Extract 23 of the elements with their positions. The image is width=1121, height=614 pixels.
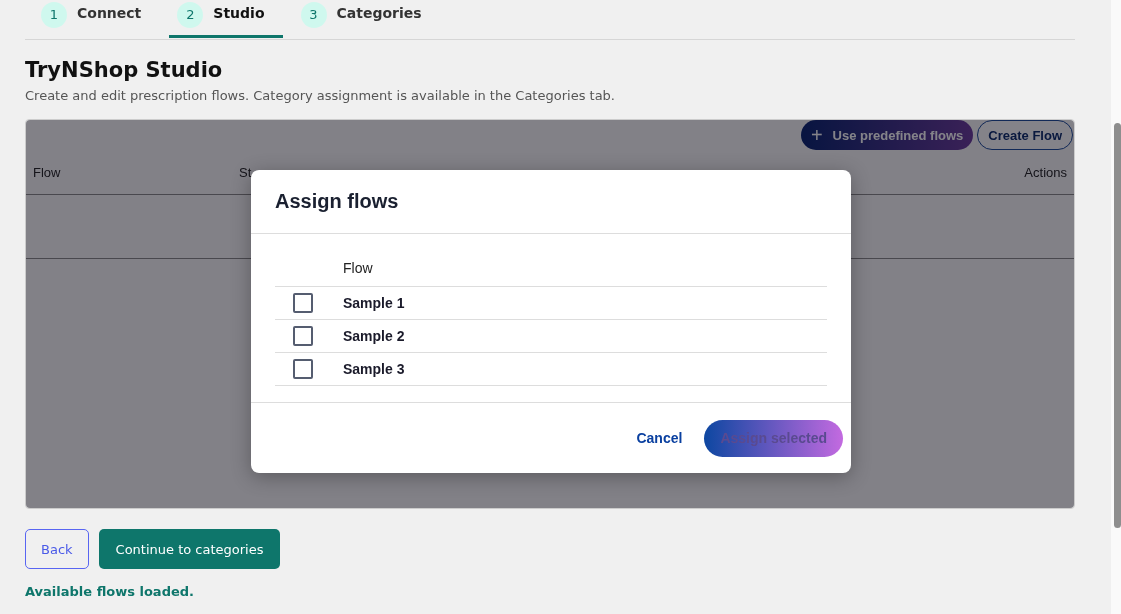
checkbox[interactable] [293, 326, 313, 346]
step-tab[interactable]: 1 Connect [41, 0, 160, 38]
flow-name: Sample 2 [343, 328, 405, 344]
cancel-button[interactable]: Cancel [630, 429, 689, 447]
scrollbar[interactable] [1111, 0, 1121, 614]
step-tab[interactable]: 2 Studio [169, 0, 283, 38]
checkbox[interactable] [293, 359, 313, 379]
predefined-flows-button[interactable]: + Use predefined flows [800, 120, 974, 150]
flow-name: Sample 3 [343, 361, 405, 377]
flow-name: Sample 1 [343, 295, 405, 311]
column-header: Flow [33, 164, 62, 180]
back-button[interactable]: Back [25, 529, 89, 569]
dialog-title: Assign flows [275, 190, 399, 213]
status-message: Available flows loaded. [25, 584, 195, 599]
column-header: Actions [1024, 164, 1067, 180]
create-flow-button[interactable]: Create Flow [977, 120, 1073, 150]
checkbox[interactable] [293, 293, 313, 313]
continue-button[interactable]: Continue to categories [98, 529, 281, 569]
step-tab[interactable]: 3 Categories [300, 0, 440, 38]
page-title: TryNShop Studio [25, 58, 224, 82]
column-header: Flow [343, 260, 373, 276]
column-header: St [239, 164, 253, 180]
page-description: Create and edit prescription flows. Category assignment is available in the Categories tab. [25, 88, 616, 103]
